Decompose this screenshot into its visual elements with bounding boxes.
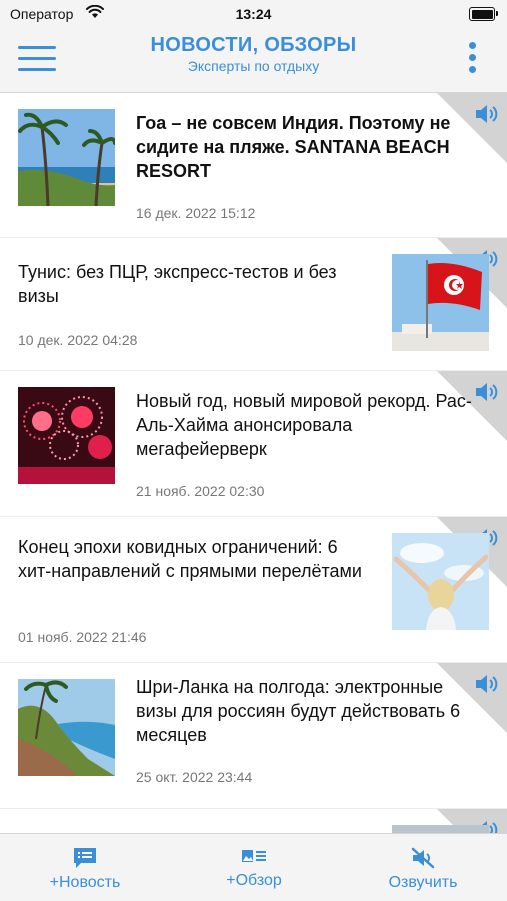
sri-lanka-coast-image <box>18 679 115 776</box>
add-news-tab[interactable]: +Новость <box>30 834 140 901</box>
voice-label: Озвучить <box>388 874 458 891</box>
speaker-icon[interactable] <box>473 101 499 127</box>
news-thumbnail <box>392 825 489 833</box>
happy-woman-image <box>392 533 489 630</box>
news-title: Новый год, новый мировой рекорд. Рас-Аль… <box>136 391 472 459</box>
news-feed[interactable]: Гоа – не совсем Индия. Поэтому не сидите… <box>0 93 507 833</box>
news-card[interactable]: Тунис: без ПЦР, экспресс-тестов и без ви… <box>0 238 507 370</box>
more-options-icon[interactable] <box>467 42 477 78</box>
add-review-label: +Обзор <box>226 872 282 889</box>
tunisia-flag-image <box>392 254 489 351</box>
voice-tab[interactable]: Озвучить <box>368 834 478 901</box>
news-thumbnail <box>18 387 115 484</box>
news-card[interactable]: Конец эпохи ковидных ограничений: 6 хит-… <box>0 517 507 662</box>
news-date: 21 нояб. 2022 02:30 <box>136 483 265 499</box>
news-thumbnail <box>18 679 115 776</box>
news-thumbnail <box>18 109 115 206</box>
news-thumbnail <box>392 533 489 630</box>
news-card[interactable]: Новый год, новый мировой рекорд. Рас-Аль… <box>0 371 507 516</box>
status-bar: Оператор 13:24 <box>0 0 507 28</box>
news-title: Шри-Ланка на полгода: электронные визы д… <box>136 677 461 745</box>
news-title: Конец эпохи ковидных ограничений: 6 хит-… <box>18 537 362 581</box>
news-title: Гоа – не совсем Индия. Поэтому не сидите… <box>136 113 451 181</box>
news-card[interactable]: Гоа – не совсем Индия. Поэтому не сидите… <box>0 93 507 237</box>
nav-bar: НОВОСТИ, ОБЗОРЫ Эксперты по отдыху <box>0 28 507 93</box>
page-subtitle: Эксперты по отдыху <box>187 58 320 74</box>
speaker-muted-icon <box>411 847 435 869</box>
add-news-icon <box>74 848 96 868</box>
clock: 13:24 <box>235 6 272 22</box>
hamburger-menu-icon[interactable] <box>18 46 56 74</box>
news-date: 16 дек. 2022 15:12 <box>136 205 256 221</box>
add-review-tab[interactable]: +Обзор <box>199 834 309 901</box>
news-card[interactable] <box>0 809 507 833</box>
battery-icon <box>469 7 498 21</box>
page-title: НОВОСТИ, ОБЗОРЫ <box>150 34 357 56</box>
beach-image <box>18 109 115 206</box>
news-date: 01 нояб. 2022 21:46 <box>18 629 147 645</box>
news-date: 10 дек. 2022 04:28 <box>18 332 138 348</box>
news-date: 25 окт. 2022 23:44 <box>136 769 253 785</box>
news-card[interactable]: Шри-Ланка на полгода: электронные визы д… <box>0 663 507 808</box>
fireworks-image <box>18 387 115 484</box>
add-news-label: +Новость <box>49 874 121 891</box>
tab-bar: +Новость +Обзор Озвучить <box>0 833 507 901</box>
news-title: Тунис: без ПЦР, экспресс-тестов и без ви… <box>18 262 337 306</box>
news-thumbnail <box>392 254 489 351</box>
add-review-icon <box>242 850 266 862</box>
